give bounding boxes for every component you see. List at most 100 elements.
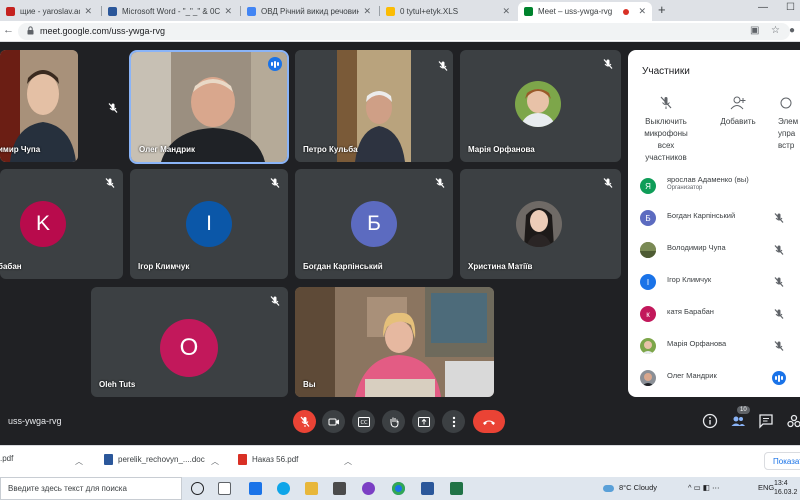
mic-off-icon [300, 416, 309, 427]
store-icon[interactable] [249, 482, 262, 495]
show-all-downloads-button[interactable]: Показат [764, 452, 800, 470]
taskbar-search-input[interactable]: Введите здесь текст для поиска [0, 477, 182, 500]
close-tab-icon[interactable]: ✕ [638, 6, 646, 17]
chevron-up-icon[interactable]: ︿ [75, 456, 83, 467]
avatar-tile[interactable]: Б Богдан Карпінський [295, 169, 453, 279]
browser-tab-1[interactable]: щие - yaroslav.adamenko@ ✕ [0, 2, 98, 21]
back-icon[interactable]: ← [3, 24, 14, 36]
browser-tab-strip: щие - yaroslav.adamenko@ ✕ Microsoft Wor… [0, 0, 800, 21]
mute-all-button[interactable]: Выключить микрофоны всех участников [636, 96, 696, 164]
participant-count-badge: 10 [737, 406, 750, 414]
avatar-tile[interactable]: I Ігор Климчук [130, 169, 288, 279]
avatar-tile[interactable]: Христина Матіїв [460, 169, 621, 279]
tray-icons[interactable]: ^ ▭ ◧ ⋯ [688, 483, 719, 492]
participant-avatar [640, 338, 656, 354]
self-name: Вы [303, 380, 316, 389]
avatar-tile[interactable]: O Oleh Tuts [91, 287, 288, 397]
camera-toggle-button[interactable] [322, 410, 345, 433]
speaking-indicator-icon [268, 57, 282, 71]
participant-avatar [640, 370, 656, 386]
present-screen-button[interactable] [412, 410, 435, 433]
meet-icon [524, 7, 533, 16]
participant-name: Марія Орфанова [468, 145, 535, 154]
participants-panel: Участники Выключить микрофоны всех участ… [628, 50, 800, 397]
file-explorer-icon[interactable] [305, 482, 318, 495]
more-options-button[interactable] [442, 410, 465, 433]
browser-tab-2[interactable]: Microsoft Word - "_"_" & 0С20€ ✕ [102, 2, 238, 21]
participant-avatar [515, 81, 561, 127]
speaking-indicator-icon [772, 371, 786, 385]
microphone-toggle-button[interactable] [293, 410, 316, 433]
bookmark-star-icon[interactable]: ☆ [771, 25, 780, 36]
video-tile[interactable]: Петро Кульба [295, 50, 453, 162]
close-tab-icon[interactable]: ✕ [502, 6, 510, 17]
weather-widget[interactable]: 8°C Cloudy [603, 483, 657, 492]
participant-avatar: Б [351, 201, 397, 247]
participant-row[interactable]: Олег Мандрик [628, 362, 800, 394]
raise-hand-button[interactable] [382, 410, 405, 433]
participant-name: Ігор Климчук [138, 262, 190, 271]
host-controls-button[interactable]: Элем упра встр [778, 96, 800, 152]
mic-off-icon [774, 277, 784, 287]
chevron-up-icon[interactable]: ︿ [211, 456, 219, 467]
avatar-tile[interactable]: K бабан [0, 169, 123, 279]
video-tile[interactable]: имир Чупа [0, 50, 78, 162]
lock-icon [27, 26, 34, 35]
download-item[interactable]: perelik_rechovyn_....doc [104, 454, 205, 465]
close-tab-icon[interactable]: ✕ [224, 6, 232, 17]
clock[interactable]: 13:4 16.03.2 [774, 479, 797, 497]
app-icon[interactable] [333, 482, 346, 495]
browser-tab-3[interactable]: ОВД Річний викид речовин пр ✕ [241, 2, 377, 21]
edge-icon[interactable] [277, 482, 290, 495]
participant-row[interactable]: I Ігор Климчук [628, 266, 800, 298]
minimize-icon[interactable]: — [758, 2, 768, 13]
chevron-up-icon[interactable]: ︿ [344, 456, 352, 467]
more-vert-icon [452, 416, 455, 427]
participant-row[interactable]: к катя Барабан [628, 298, 800, 330]
browser-tab-4[interactable]: 0 tytul+etyk.XLS ✕ [380, 2, 516, 21]
self-video-tile[interactable]: Вы [295, 287, 494, 397]
download-item[interactable]: Наказ 56.pdf [238, 454, 298, 465]
chrome-icon[interactable] [392, 482, 405, 495]
avatar-tile[interactable]: Марія Орфанова [460, 50, 621, 162]
close-tab-icon[interactable]: ✕ [84, 6, 92, 17]
mic-off-icon [774, 245, 784, 255]
task-view-windows-icon[interactable] [218, 482, 231, 495]
chat-icon[interactable] [758, 413, 774, 429]
meeting-code: uss-ywga-rvg [8, 416, 62, 426]
participant-name: Володимир Чупа [667, 243, 726, 252]
activities-icon[interactable] [786, 413, 800, 429]
leave-call-button[interactable] [473, 410, 505, 433]
meeting-info-icon[interactable] [702, 413, 718, 429]
mic-off-icon [104, 176, 116, 188]
add-people-button[interactable]: Добавить [710, 96, 766, 128]
participant-role: Организатор [667, 185, 703, 191]
captions-button[interactable]: CC [352, 410, 375, 433]
download-item[interactable]: .pdf [0, 454, 13, 463]
close-tab-icon[interactable]: ✕ [363, 6, 371, 17]
participant-row[interactable]: Володимир Чупа [628, 234, 800, 266]
new-tab-button[interactable]: + [658, 2, 666, 17]
task-view-icon[interactable] [191, 482, 204, 495]
word-icon[interactable] [421, 482, 434, 495]
profile-icon[interactable]: ● [789, 25, 795, 36]
participant-row[interactable]: Я ярослав Адаменко (вы) Организатор [628, 170, 800, 202]
video-tile-speaking[interactable]: Олег Мандрик [129, 50, 289, 164]
language-indicator[interactable]: ENG [758, 483, 774, 492]
downloads-shelf: .pdf ︿ perelik_rechovyn_....doc ︿ Наказ … [0, 445, 800, 477]
captions-icon: CC [357, 416, 370, 427]
address-bar[interactable]: meet.google.com/uss-ywga-rvg ▣ ☆ ● [18, 23, 795, 40]
mic-off-icon [602, 176, 614, 188]
pdf-file-icon [238, 454, 247, 465]
viber-icon[interactable] [362, 482, 375, 495]
excel-icon[interactable] [450, 482, 463, 495]
participant-row[interactable]: Б Богдан Карпінський [628, 202, 800, 234]
present-icon [417, 416, 430, 427]
maximize-icon[interactable]: ☐ [786, 2, 795, 13]
self-video [295, 287, 494, 397]
meet-controls-bar: uss-ywga-rvg CC [0, 404, 800, 445]
participant-row[interactable]: Марія Орфанова [628, 330, 800, 362]
browser-tab-meet[interactable]: Meet – uss-ywga-rvg ✕ [518, 2, 652, 21]
people-icon[interactable] [730, 413, 746, 429]
camera-in-use-icon[interactable]: ▣ [750, 25, 759, 36]
